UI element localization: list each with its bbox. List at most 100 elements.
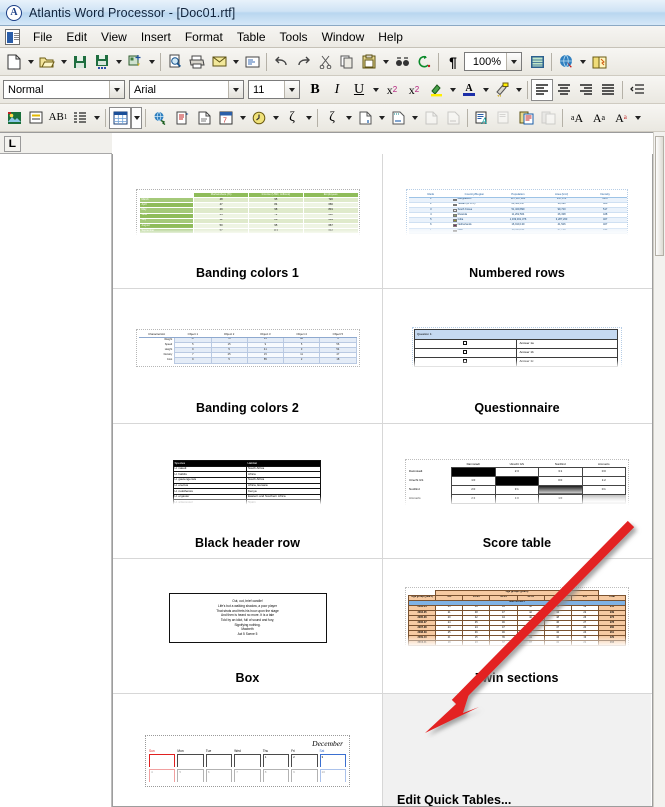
align-left-button[interactable] (531, 79, 553, 101)
italic-button[interactable]: I (326, 79, 348, 101)
insert-date-dropdown[interactable] (237, 107, 248, 129)
font-size-dropdown-icon[interactable] (284, 81, 299, 98)
save-document-icon[interactable] (69, 51, 91, 73)
new-document-dropdown[interactable] (25, 51, 36, 73)
paste-dropdown[interactable] (380, 51, 391, 73)
font-color-dropdown[interactable] (480, 79, 491, 101)
send-mail-icon[interactable] (208, 51, 230, 73)
insert-bookmark-icon[interactable] (171, 107, 193, 129)
align-right-button[interactable] (575, 79, 597, 101)
decrease-font-icon[interactable]: Aa (588, 107, 610, 129)
align-justify-button[interactable] (597, 79, 619, 101)
show-formatting-marks-icon[interactable]: ¶ (442, 51, 464, 73)
decrease-indent-button[interactable] (626, 79, 648, 101)
menu-window[interactable]: Window (315, 28, 372, 46)
font-color-icon[interactable]: A (458, 79, 480, 101)
menu-view[interactable]: View (94, 28, 134, 46)
save-all-dropdown[interactable] (113, 51, 124, 73)
bold-button[interactable]: B (304, 79, 326, 101)
menu-tools[interactable]: Tools (273, 28, 315, 46)
insert-file-icon[interactable] (193, 107, 215, 129)
checkbox-icon[interactable] (415, 357, 517, 366)
web-preview-dropdown[interactable] (577, 51, 588, 73)
insert-section-break-dropdown[interactable] (409, 107, 420, 129)
menu-file[interactable]: File (26, 28, 59, 46)
gallery-item-box[interactable]: Out, out, brief candle! Life's but a wal… (113, 559, 382, 693)
find-icon[interactable] (391, 51, 413, 73)
vertical-scrollbar[interactable] (653, 132, 665, 807)
insert-hyperlink-icon[interactable] (149, 107, 171, 129)
insert-time-dropdown[interactable] (270, 107, 281, 129)
gallery-item-banding-colors-1[interactable]: Marketshare (%) Income (USD, millions) E… (113, 154, 382, 288)
insert-symbol-2-icon[interactable]: ζ (321, 107, 343, 129)
insert-text-box-icon[interactable] (25, 107, 47, 129)
gallery-item-numbered-rows[interactable]: Rank Country/Region Population Area (km²… (382, 154, 651, 288)
translate-a-icon[interactable]: A (471, 107, 493, 129)
checkbox-icon[interactable] (415, 339, 517, 348)
horizontal-ruler[interactable]: L (0, 132, 653, 154)
print-icon[interactable] (186, 51, 208, 73)
gallery-item-calendar[interactable]: December Sun Mon Tue Wed Thu Fri Sat (113, 694, 382, 807)
undo-icon[interactable] (270, 51, 292, 73)
save-all-icon[interactable] (91, 51, 113, 73)
format-painter-dropdown[interactable] (513, 79, 524, 101)
change-case-icon[interactable]: Aa (610, 107, 632, 129)
replace-icon[interactable] (413, 51, 435, 73)
help-book-icon[interactable] (588, 51, 610, 73)
font-size-combo[interactable]: 11 (248, 80, 300, 99)
format-painter-icon[interactable] (491, 79, 513, 101)
menu-edit[interactable]: Edit (59, 28, 94, 46)
insert-table-icon[interactable] (109, 107, 131, 129)
gallery-item-black-header-row[interactable]: SpeciesHabitat H. nalediSouth Africa H. … (113, 424, 382, 558)
cut-icon[interactable] (314, 51, 336, 73)
font-name-dropdown-icon[interactable] (228, 81, 243, 98)
menu-help[interactable]: Help (371, 28, 410, 46)
increase-font-icon[interactable]: aA (566, 107, 588, 129)
menu-table[interactable]: Table (230, 28, 273, 46)
insert-symbol-2-dropdown[interactable] (343, 107, 354, 129)
gallery-item-twin-sections[interactable]: Age groups (years) Age group (years) <25… (382, 559, 651, 693)
highlighter-icon[interactable] (425, 79, 447, 101)
zoom-dropdown-icon[interactable] (506, 53, 521, 70)
insert-footnote-icon[interactable]: AB1 (47, 107, 69, 129)
new-from-template-icon[interactable] (124, 51, 146, 73)
document-properties-icon[interactable] (241, 51, 263, 73)
redo-icon[interactable] (292, 51, 314, 73)
insert-table-dropdown[interactable] (131, 107, 142, 129)
tab-stop-selector[interactable]: L (4, 136, 21, 152)
paste-a-icon[interactable] (515, 107, 537, 129)
font-name-combo[interactable]: Arial (129, 80, 244, 99)
underline-button[interactable]: U (348, 79, 370, 101)
gallery-item-score-table[interactable]: Darmstadt Utrecht GS Nordlind Ammerts Da… (382, 424, 651, 558)
insert-symbol-dropdown[interactable] (303, 107, 314, 129)
highlighter-dropdown[interactable] (447, 79, 458, 101)
gallery-item-questionnaire[interactable]: Question 1: Answer 1a Answer 1b Answer 1… (382, 289, 651, 423)
print-preview-icon[interactable] (164, 51, 186, 73)
underline-dropdown[interactable] (370, 79, 381, 101)
insert-symbol-icon[interactable]: ζ (281, 107, 303, 129)
align-center-button[interactable] (553, 79, 575, 101)
subscript-button[interactable]: x2 (403, 79, 425, 101)
new-document-icon[interactable] (3, 51, 25, 73)
insert-section-break-icon[interactable] (387, 107, 409, 129)
open-document-icon[interactable] (36, 51, 58, 73)
ruler-scale[interactable] (112, 133, 653, 155)
change-case-dropdown[interactable] (632, 107, 643, 129)
zoom-combo[interactable]: 100% (464, 52, 522, 71)
web-preview-icon[interactable] (555, 51, 577, 73)
new-from-template-dropdown[interactable] (146, 51, 157, 73)
open-document-dropdown[interactable] (58, 51, 69, 73)
gallery-item-banding-colors-2[interactable]: Characteristic Object 1 Object 2 Object … (113, 289, 382, 423)
superscript-button[interactable]: x2 (381, 79, 403, 101)
insert-picture-icon[interactable] (3, 107, 25, 129)
menu-insert[interactable]: Insert (134, 28, 178, 46)
copy-icon[interactable] (336, 51, 358, 73)
paste-icon[interactable] (358, 51, 380, 73)
edit-quick-tables-item[interactable]: Edit Quick Tables... (382, 694, 651, 807)
insert-date-icon[interactable]: 7 (215, 107, 237, 129)
send-mail-dropdown[interactable] (230, 51, 241, 73)
scrollbar-thumb[interactable] (655, 136, 664, 256)
checkbox-icon[interactable] (415, 348, 517, 357)
menu-format[interactable]: Format (178, 28, 230, 46)
insert-time-icon[interactable] (248, 107, 270, 129)
